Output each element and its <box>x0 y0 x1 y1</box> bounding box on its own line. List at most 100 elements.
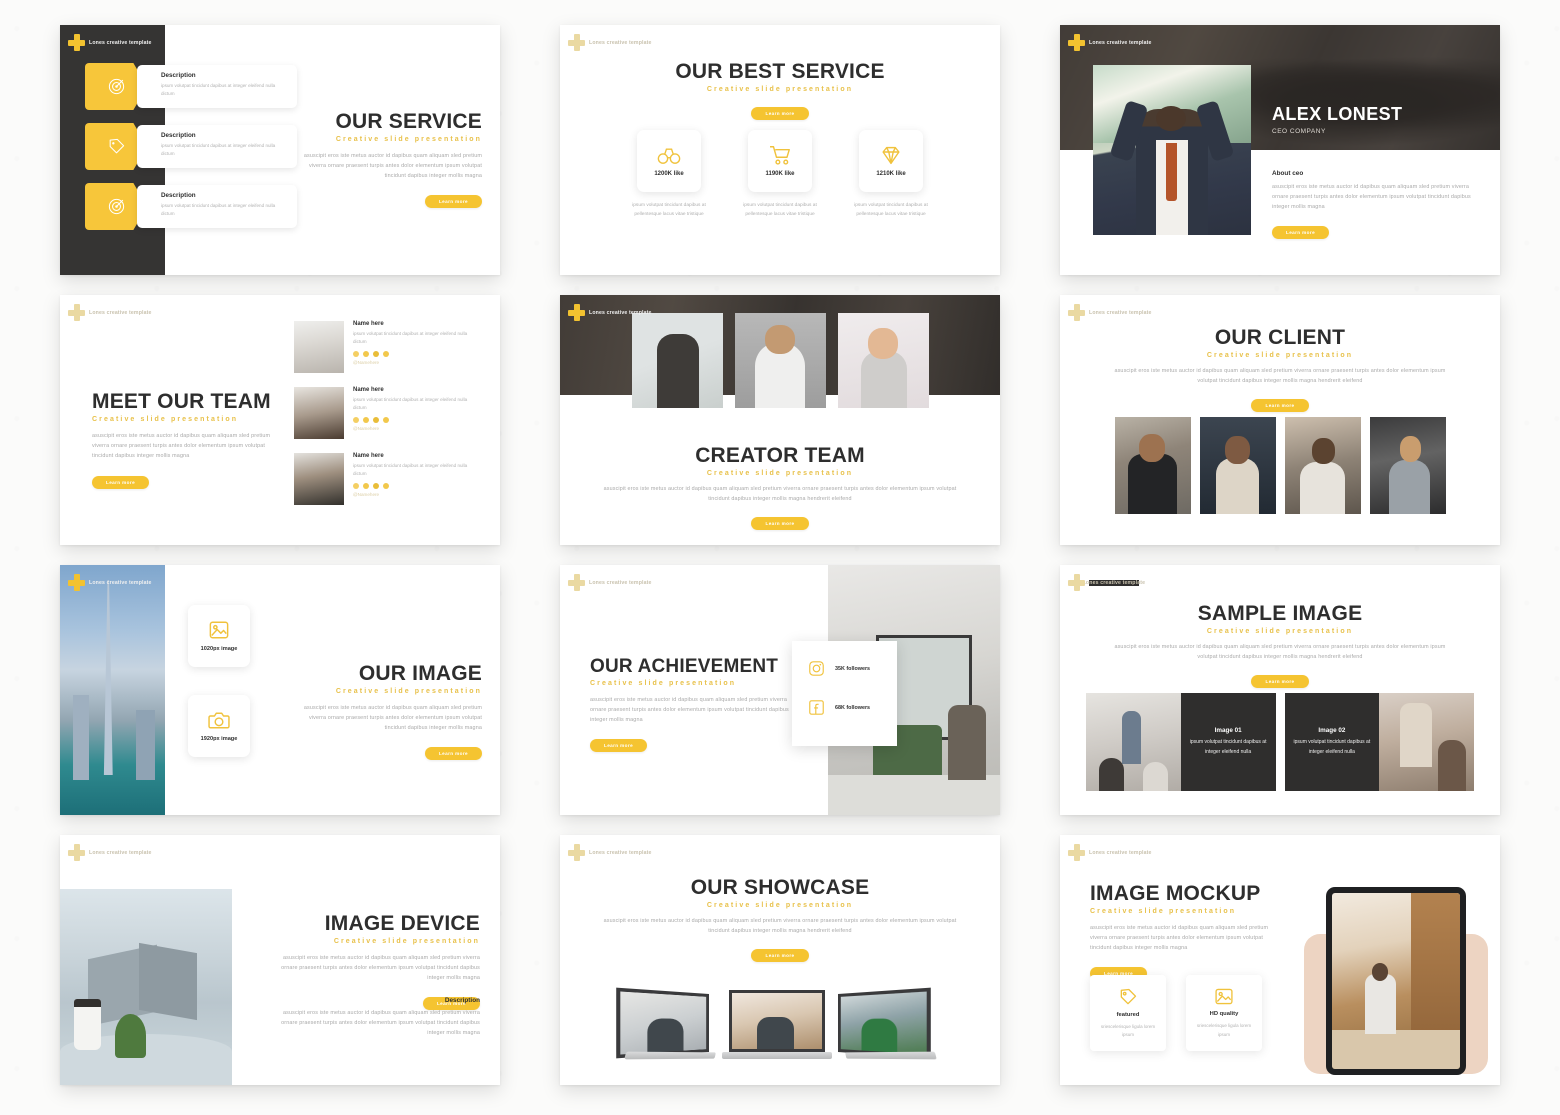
twitter-icon[interactable] <box>353 350 359 357</box>
description-title: Description <box>444 997 480 1004</box>
logo-text: Lones creative template <box>89 39 152 46</box>
mockup-feature-card[interactable]: featured sriescelerisque ligula lorem ip… <box>1090 975 1166 1051</box>
instagram-icon[interactable] <box>363 482 369 489</box>
description-block: Description asuscipit eros iste metus au… <box>280 997 480 1038</box>
slide-paragraph: asuscipit eros iste metus auctor id dapi… <box>603 486 957 503</box>
share-icon[interactable] <box>383 416 389 423</box>
slide-our-client[interactable]: Lones creative template OUR CLIENT Creat… <box>1060 295 1500 545</box>
client-photo <box>1369 417 1446 514</box>
member-name: Name here <box>353 387 384 393</box>
feature-text: ipsum volutpat tincidunt dapibus at inte… <box>161 83 276 97</box>
mockup-feature-card[interactable]: HD quality sriescelerisque ligula lorem … <box>1186 975 1262 1051</box>
facebook-icon[interactable] <box>373 482 379 489</box>
slide-title: IMAGE DEVICE <box>324 912 480 935</box>
slide-subtitle: Creative slide presentation <box>333 938 480 946</box>
learn-more-button[interactable]: Learn more <box>1251 399 1309 413</box>
follower-stat[interactable]: 68K followers <box>808 699 897 716</box>
facebook-icon[interactable] <box>373 350 379 357</box>
slide-creator-team[interactable]: Lones creative template CREATOR TEAM Cre… <box>560 295 1000 545</box>
slide-our-service[interactable]: Lones creative template Description ipsu… <box>60 25 500 275</box>
laptop-screen <box>728 990 825 1052</box>
slide-paragraph: asuscipit eros iste metus auctor id dapi… <box>1114 368 1446 385</box>
slide-image-mockup[interactable]: Lones creative template IMAGE MOCKUP Cre… <box>1060 835 1500 1085</box>
learn-more-button[interactable]: Learn more <box>751 949 809 963</box>
service-card[interactable]: 1200K like ipsum volutpat tincidunt dapi… <box>629 130 709 219</box>
slide-title: OUR SHOWCASE <box>690 876 870 899</box>
social-links[interactable] <box>353 350 480 357</box>
slide-content: IMAGE DEVICE Creative slide presentation… <box>280 912 480 1011</box>
slide-content: IMAGE MOCKUP Creative slide presentation… <box>1090 882 1286 981</box>
member-handle: @Namehere <box>353 359 380 365</box>
follower-stat[interactable]: 35K followers <box>808 660 897 677</box>
twitter-icon[interactable] <box>353 416 359 423</box>
social-links[interactable] <box>353 482 480 489</box>
logo-text: Lones creative template <box>589 849 652 856</box>
logo-text: Lones creative template <box>589 39 652 46</box>
slide-title: IMAGE MOCKUP <box>1090 882 1261 905</box>
slide-title: OUR CLIENT <box>1214 326 1346 349</box>
plus-cross-icon <box>1068 574 1085 591</box>
slide-paragraph: asuscipit eros iste metus auctor id dapi… <box>603 918 957 935</box>
slide-our-achievement[interactable]: Lones creative template OUR ACHIEVEMENT … <box>560 565 1000 815</box>
slide-our-best-service[interactable]: Lones creative template OUR BEST SERVICE… <box>560 25 1000 275</box>
learn-more-button[interactable]: Learn more <box>424 747 482 761</box>
image-spec-card[interactable]: 1020px image <box>188 605 250 667</box>
follower-value: 35K followers <box>835 665 871 672</box>
learn-more-button[interactable]: Learn more <box>1251 675 1309 689</box>
image-icon <box>1215 988 1233 1005</box>
slide-our-image[interactable]: Lones creative template 1020px image 192… <box>60 565 500 815</box>
slide-image-device[interactable]: Lones creative template IMAGE DEVICE Cre… <box>60 835 500 1085</box>
slide-paragraph: asuscipit eros iste metus auctor id dapi… <box>281 955 480 982</box>
facebook-icon[interactable] <box>373 416 379 423</box>
block-caption: Image 02 ipsum volutpat tincidunt dapibu… <box>1284 693 1380 791</box>
feature-list: Description ipsum volutpat tincidunt dap… <box>85 63 297 243</box>
slide-content: MEET OUR TEAM Creative slide presentatio… <box>92 390 284 490</box>
feature-item[interactable]: Description ipsum volutpat tincidunt dap… <box>85 63 297 110</box>
facebook-icon <box>809 700 824 715</box>
binoculars-icon <box>657 147 681 164</box>
slide-our-showcase[interactable]: Lones creative template OUR SHOWCASE Cre… <box>560 835 1000 1085</box>
image-spec-card[interactable]: 1920px image <box>188 695 250 757</box>
social-links[interactable] <box>353 416 480 423</box>
learn-more-button[interactable]: Learn more <box>751 517 809 531</box>
instagram-icon[interactable] <box>363 350 369 357</box>
slide-sample-image[interactable]: Lones creative template SAMPLE IMAGE Cre… <box>1060 565 1500 815</box>
plus-cross-icon <box>568 574 585 591</box>
learn-more-button[interactable]: Learn more <box>751 107 809 121</box>
feature-item[interactable]: Description ipsum volutpat tincidunt dap… <box>85 183 297 230</box>
instagram-icon[interactable] <box>363 416 369 423</box>
team-member[interactable]: Name here ipsum volutpat tincidunt dapib… <box>294 453 480 505</box>
client-photo <box>1199 417 1276 514</box>
team-member[interactable]: Name here ipsum volutpat tincidunt dapib… <box>294 321 480 373</box>
description-text: asuscipit eros iste metus auctor id dapi… <box>281 1010 480 1036</box>
image-spec-label: 1020px image <box>200 646 238 652</box>
logo-text: Lones creative template <box>89 309 152 316</box>
member-handle: @Namehere <box>353 425 380 431</box>
slide-subtitle: Creative slide presentation <box>335 688 482 696</box>
slide-subtitle: Creative slide presentation <box>1206 628 1354 636</box>
target-icon <box>108 78 124 95</box>
logo-text: Lones creative template <box>1082 579 1146 586</box>
feature-item[interactable]: Description ipsum volutpat tincidunt dap… <box>85 123 297 170</box>
learn-more-button[interactable]: Learn more <box>1272 226 1330 239</box>
share-icon[interactable] <box>383 482 389 489</box>
sample-image-block[interactable]: Image 01 ipsum volutpat tincidunt dapibu… <box>1086 693 1276 791</box>
team-member[interactable]: Name here ipsum volutpat tincidunt dapib… <box>294 387 480 439</box>
slide-meet-our-team[interactable]: Lones creative template MEET OUR TEAM Cr… <box>60 295 500 545</box>
twitter-icon[interactable] <box>353 482 359 489</box>
feature-card: Description ipsum volutpat tincidunt dap… <box>137 125 297 168</box>
service-card[interactable]: 1190K like ipsum volutpat tincidunt dapi… <box>740 130 820 219</box>
learn-more-button[interactable]: Learn more <box>92 476 150 490</box>
slide-subtitle: Creative slide presentation <box>92 416 239 424</box>
service-card-box: 1210K like <box>859 130 923 192</box>
slide-paragraph: asuscipit eros iste metus auctor id dapi… <box>590 696 789 723</box>
learn-more-button[interactable]: Learn more <box>424 195 482 209</box>
sample-image-block[interactable]: Image 02 ipsum volutpat tincidunt dapibu… <box>1284 693 1474 791</box>
image-spec-cards: 1020px image 1920px image <box>188 605 250 785</box>
brand-logo: Lones creative template <box>1068 844 1152 861</box>
slide-ceo-profile[interactable]: Lones creative template ALEX LONEST CEO … <box>1060 25 1500 275</box>
laptop-screen <box>615 987 709 1059</box>
service-card[interactable]: 1210K like ipsum volutpat tincidunt dapi… <box>851 130 931 219</box>
share-icon[interactable] <box>383 350 389 357</box>
learn-more-button[interactable]: Learn more <box>590 738 648 752</box>
